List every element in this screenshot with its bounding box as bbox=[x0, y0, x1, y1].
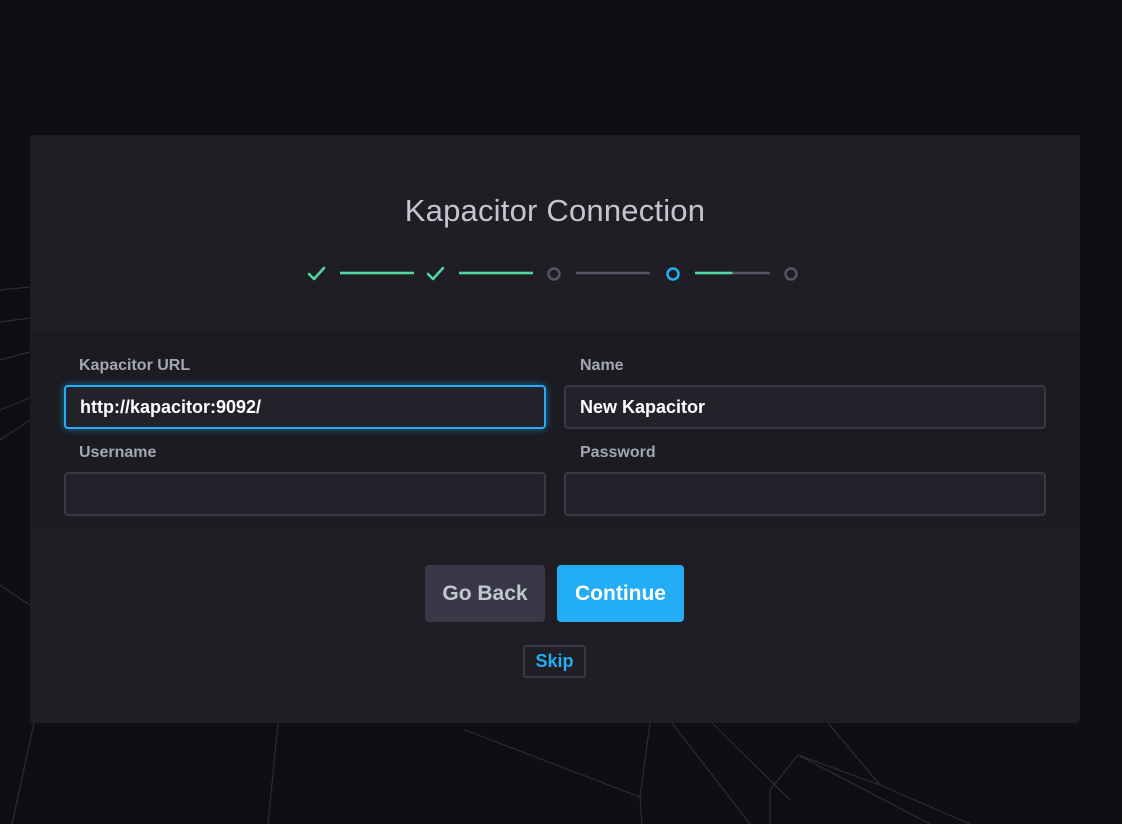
name-label: Name bbox=[580, 357, 624, 374]
skip-button[interactable]: Skip bbox=[523, 645, 586, 678]
step-5-circle-outline-icon bbox=[784, 267, 798, 281]
password-label: Password bbox=[580, 444, 656, 461]
username-input[interactable] bbox=[64, 472, 546, 516]
name-input[interactable] bbox=[564, 385, 1046, 429]
kapacitor-url-label: Kapacitor URL bbox=[79, 357, 191, 374]
go-back-button[interactable]: Go Back bbox=[425, 565, 545, 622]
wizard-title: Kapacitor Connection bbox=[404, 193, 706, 228]
wizard-footer: Go Back Continue Skip bbox=[30, 527, 1080, 723]
connection-wizard: Kapacitor Connection Kapacitor URL http:… bbox=[30, 135, 1080, 723]
wizard-header: Kapacitor Connection bbox=[30, 135, 1080, 331]
username-label: Username bbox=[79, 444, 157, 461]
kapacitor-url-input[interactable] bbox=[64, 385, 546, 429]
continue-button[interactable]: Continue bbox=[557, 565, 684, 622]
step-4-circle-outline-icon-active bbox=[666, 267, 680, 281]
wizard-form: Kapacitor URL Name Username Password bbox=[30, 331, 1080, 527]
wizard-progress-steps bbox=[307, 266, 798, 281]
step-1-checkmark-icon bbox=[307, 266, 326, 281]
step-3-circle-outline-icon bbox=[547, 267, 561, 281]
step-2-checkmark-icon bbox=[426, 266, 445, 281]
password-input[interactable] bbox=[564, 472, 1046, 516]
